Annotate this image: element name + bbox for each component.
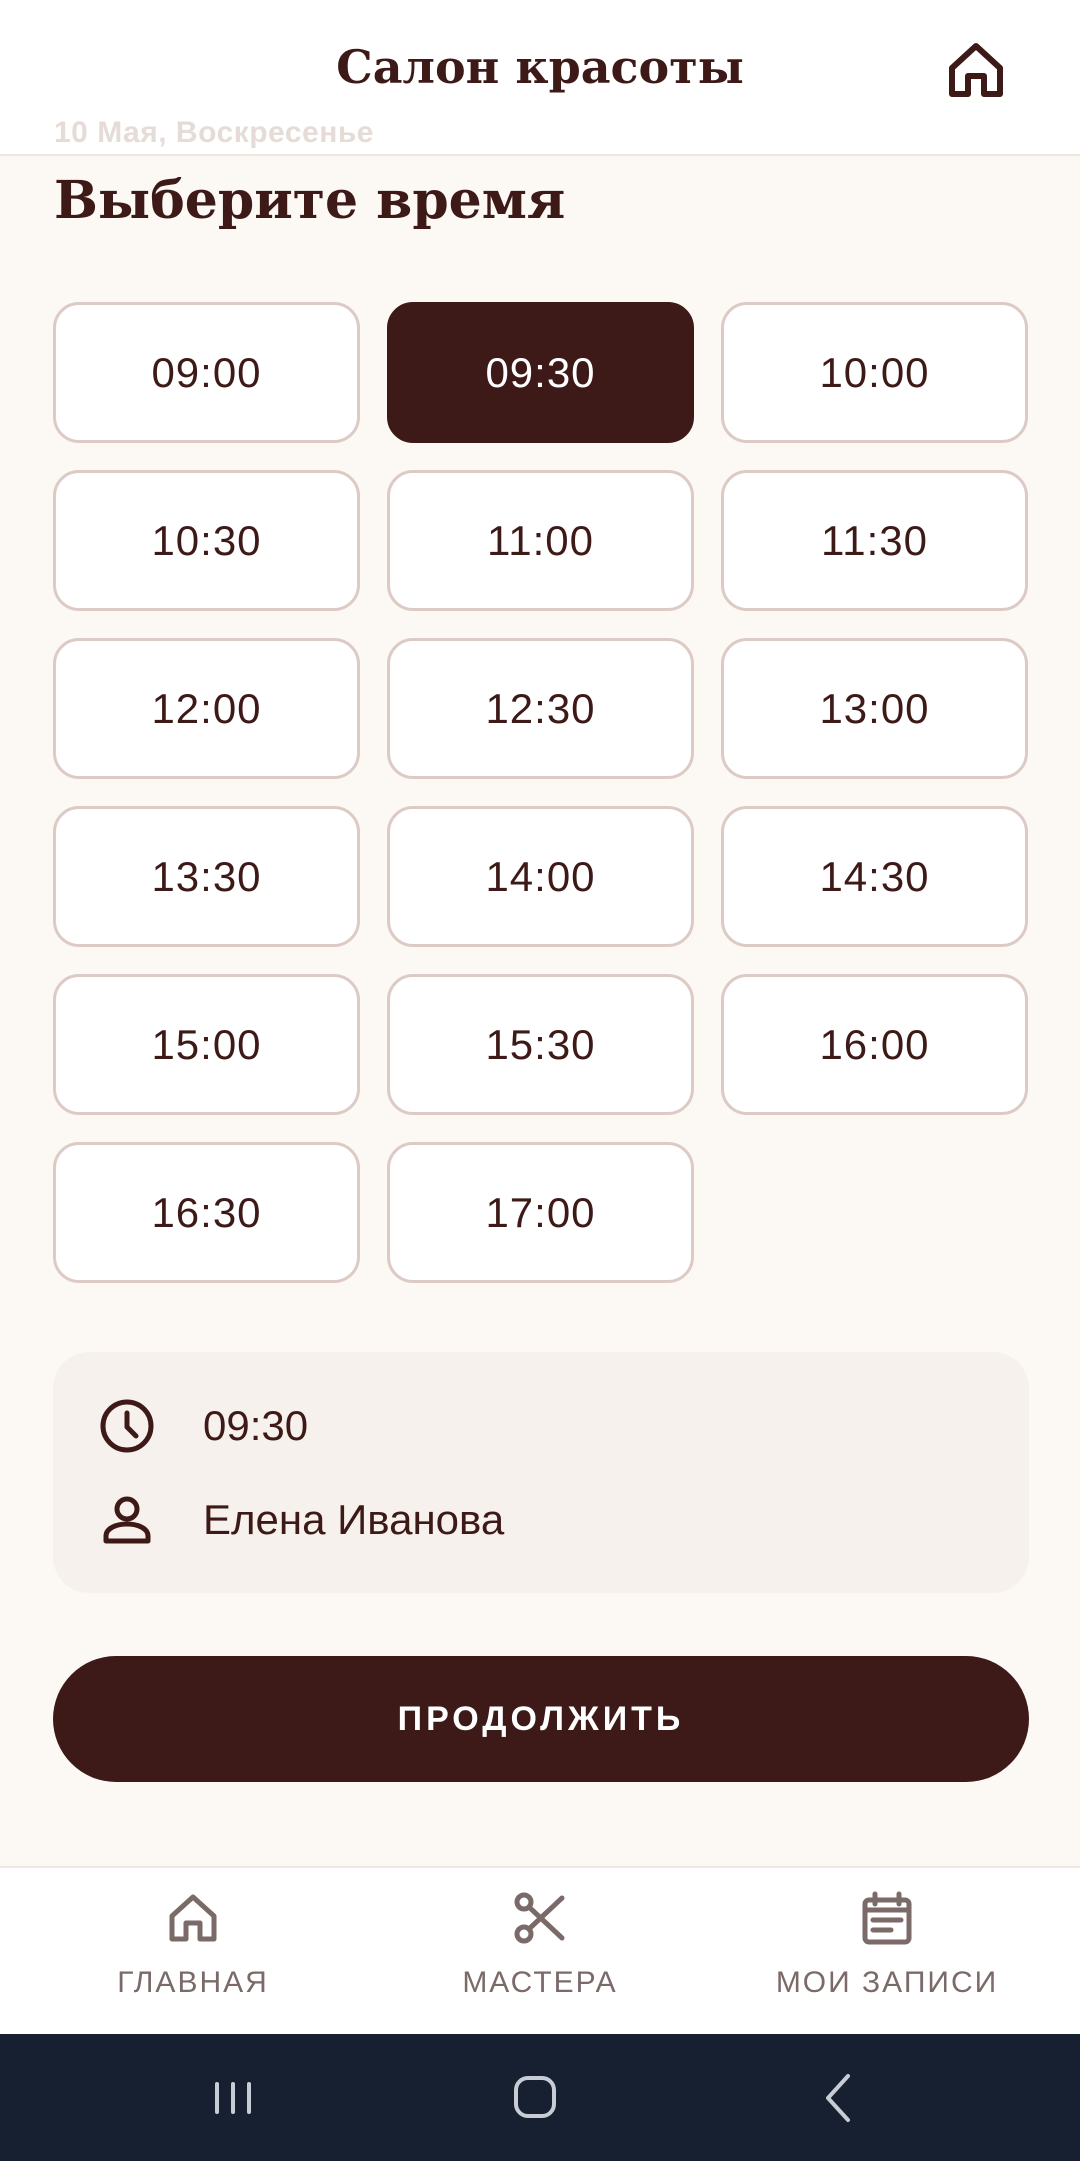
time-slot[interactable]: 11:00 <box>387 470 694 611</box>
time-slot[interactable]: 09:00 <box>53 302 360 443</box>
date-subtitle: 10 Мая, Воскресенье <box>54 116 374 149</box>
bottom-navigation: ГЛАВНАЯ МАСТЕРА МОИ ЗАПИСИ <box>0 1866 1080 2036</box>
calendar-icon <box>862 1891 912 1945</box>
nav-label-home: ГЛАВНАЯ <box>117 1966 269 1999</box>
time-slot[interactable]: 15:30 <box>387 974 694 1115</box>
app-bar: Салон красоты 10 Мая, Воскресенье <box>0 0 1080 156</box>
summary-time-row: 09:30 <box>97 1396 308 1456</box>
summary-time: 09:30 <box>203 1402 309 1449</box>
time-slot[interactable]: 13:00 <box>721 638 1028 779</box>
time-slot[interactable]: 16:30 <box>53 1142 360 1283</box>
person-icon <box>103 1496 151 1544</box>
nav-label-masters: МАСТЕРА <box>462 1966 618 1999</box>
booking-summary-card: 09:30 Елена Иванова <box>53 1352 1029 1593</box>
nav-item-my-bookings[interactable]: МОИ ЗАПИСИ <box>707 1868 1067 2036</box>
page-heading: Выберите время <box>54 170 566 231</box>
nav-item-home[interactable]: ГЛАВНАЯ <box>13 1868 373 2036</box>
continue-button[interactable]: ПРОДОЛЖИТЬ <box>53 1656 1029 1782</box>
scissors-icon <box>514 1892 565 1944</box>
time-slot[interactable]: 13:30 <box>53 806 360 947</box>
time-slot[interactable]: 10:30 <box>53 470 360 611</box>
recent-apps-icon[interactable] <box>193 2062 273 2134</box>
time-slot[interactable]: 15:00 <box>53 974 360 1115</box>
time-slot[interactable]: 12:30 <box>387 638 694 779</box>
time-slot-selected[interactable]: 09:30 <box>387 302 694 443</box>
time-slot[interactable]: 16:00 <box>721 974 1028 1115</box>
time-slot[interactable]: 11:30 <box>721 470 1028 611</box>
nav-item-masters[interactable]: МАСТЕРА <box>360 1868 720 2036</box>
nav-label-my-bookings: МОИ ЗАПИСИ <box>775 1966 999 1999</box>
clock-icon <box>100 1399 154 1453</box>
system-navigation-bar <box>0 2034 1080 2161</box>
time-slot[interactable]: 12:00 <box>53 638 360 779</box>
summary-master-row: Елена Иванова <box>97 1490 504 1550</box>
time-slot-grid: 09:00 09:30 10:00 10:30 11:00 11:30 12:0… <box>53 302 1029 1283</box>
time-slot[interactable]: 14:00 <box>387 806 694 947</box>
home-system-icon[interactable] <box>495 2062 575 2134</box>
summary-master: Елена Иванова <box>203 1496 505 1543</box>
home-icon <box>169 1894 217 1942</box>
back-icon[interactable] <box>800 2062 880 2134</box>
time-slot[interactable]: 10:00 <box>721 302 1028 443</box>
time-slot[interactable]: 14:30 <box>721 806 1028 947</box>
app-title: Салон красоты <box>336 40 744 94</box>
time-slot[interactable]: 17:00 <box>387 1142 694 1283</box>
home-button[interactable] <box>944 38 1008 102</box>
home-icon <box>949 43 1003 97</box>
